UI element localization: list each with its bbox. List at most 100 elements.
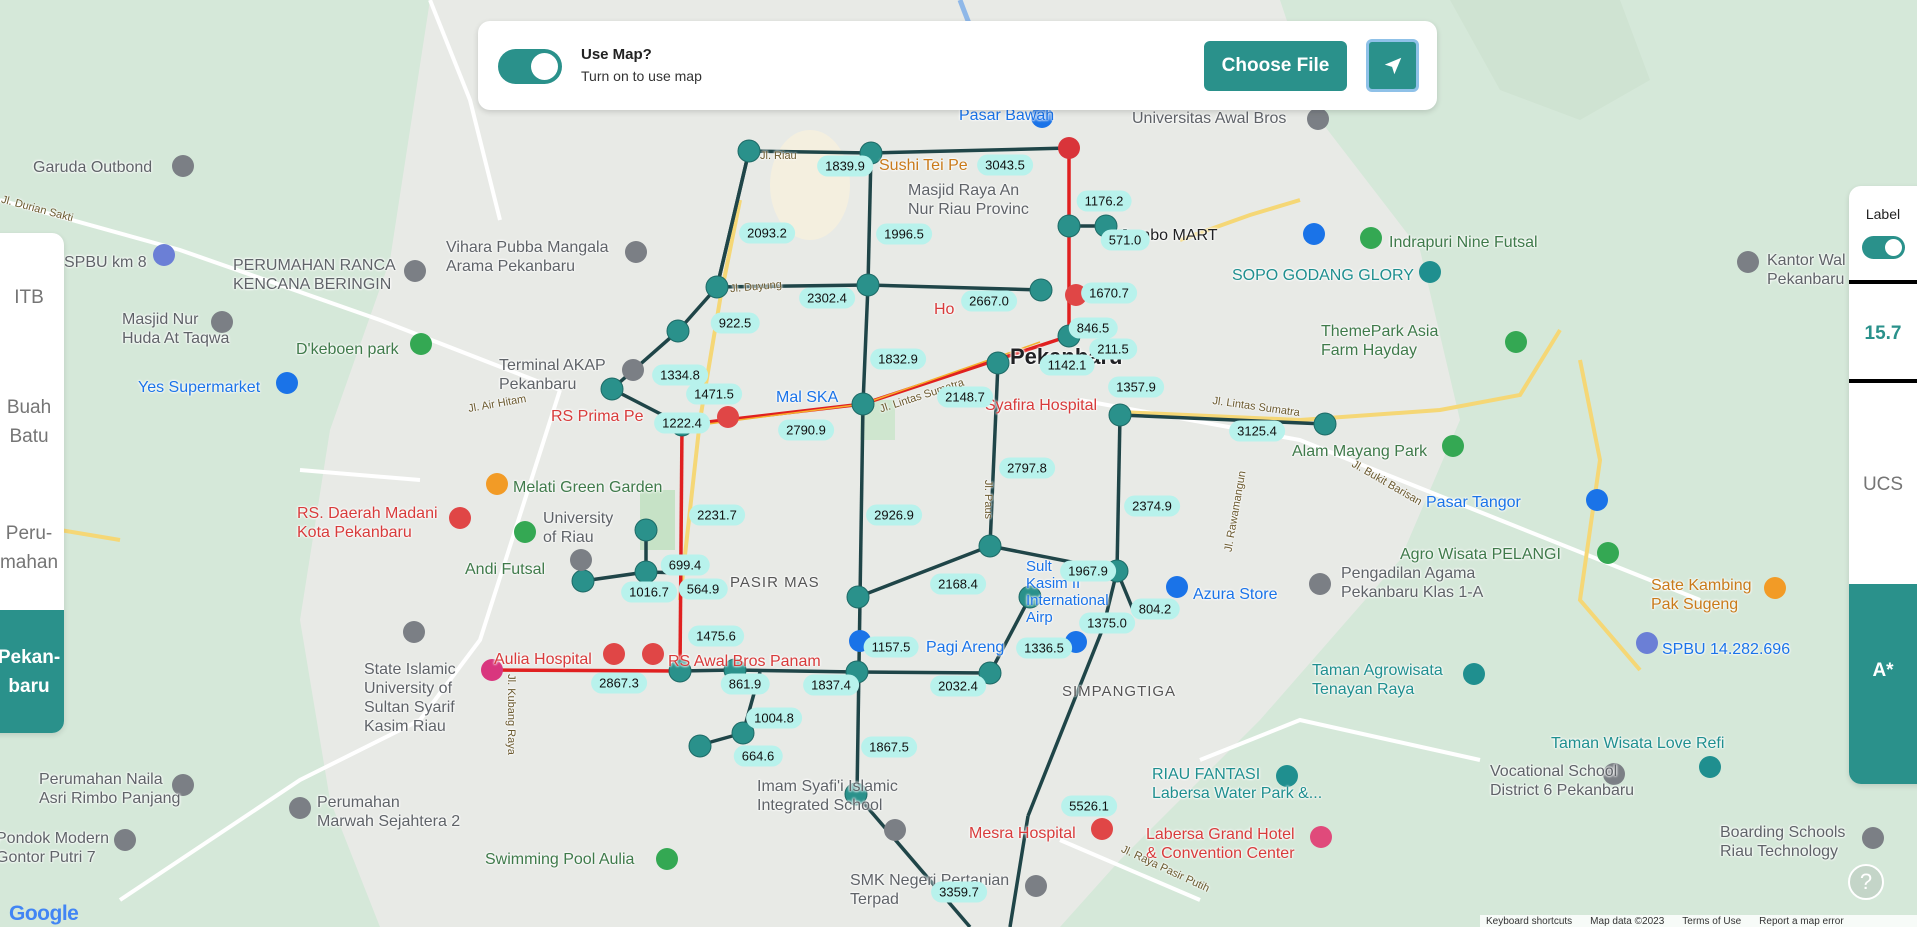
graph-node[interactable] bbox=[1029, 278, 1053, 302]
place-label: Yes Supermarket bbox=[138, 379, 261, 396]
help-button[interactable]: ? bbox=[1848, 864, 1884, 900]
camera-icon bbox=[1699, 756, 1721, 778]
school-icon bbox=[570, 549, 592, 571]
pin-icon bbox=[1025, 875, 1047, 897]
place-label: RS Awal Bros Panam bbox=[668, 653, 821, 670]
place-label: Pasar Tangor bbox=[1426, 494, 1521, 511]
graph-node[interactable] bbox=[666, 319, 690, 343]
terms-link[interactable]: Terms of Use bbox=[1682, 916, 1741, 927]
place-label: State Islamic University of Sultan Syari… bbox=[364, 661, 456, 735]
road-label: Jl. Kubang Raya bbox=[504, 674, 517, 755]
location-item-buah-batu[interactable]: Buah Batu bbox=[0, 393, 64, 451]
edge-weight-label: 2302.4 bbox=[799, 287, 855, 309]
edge-weight-label: 5526.1 bbox=[1061, 795, 1117, 817]
bus-icon bbox=[622, 359, 644, 381]
locate-button[interactable] bbox=[1366, 39, 1419, 92]
toggle-knob bbox=[531, 53, 558, 80]
place-label: Boarding Schools Riau Technology bbox=[1720, 824, 1846, 860]
location-item-pekanbaru[interactable]: Pekan- baru bbox=[0, 610, 64, 733]
edge-weight-label: 1475.6 bbox=[688, 625, 744, 647]
edge-weight-label: 1004.8 bbox=[746, 707, 802, 729]
place-label: Melati Green Garden bbox=[513, 479, 663, 496]
location-item-itb[interactable]: ITB bbox=[0, 283, 64, 312]
school-icon bbox=[884, 819, 906, 841]
place-label: Ho bbox=[934, 301, 955, 318]
place-label: D'keboen park bbox=[296, 341, 399, 358]
place-label: ThemePark Asia Farm Hayday bbox=[1321, 323, 1439, 359]
graph-node[interactable] bbox=[1057, 214, 1081, 238]
edge-weight-label: 2032.4 bbox=[930, 675, 986, 697]
graph-node[interactable] bbox=[846, 585, 870, 609]
school-icon bbox=[114, 829, 136, 851]
algorithm-astar-label: A* bbox=[1872, 660, 1894, 681]
graph-node[interactable] bbox=[634, 518, 658, 542]
graph-node[interactable] bbox=[1313, 412, 1337, 436]
place-label: Sate Kambing Pak Sugeng bbox=[1651, 577, 1752, 613]
school-icon bbox=[1862, 827, 1884, 849]
edge-weight-label: 1832.9 bbox=[870, 348, 926, 370]
edge-weight-label: 3359.7 bbox=[931, 881, 987, 903]
edge-weight-label: 211.5 bbox=[1089, 338, 1137, 360]
hospital-icon bbox=[449, 507, 471, 529]
label-toggle-title: Label bbox=[1865, 206, 1901, 222]
graph-node[interactable] bbox=[978, 534, 1002, 558]
graph-node[interactable] bbox=[737, 139, 761, 163]
edge-weight-label: 2374.9 bbox=[1124, 495, 1180, 517]
report-error-link[interactable]: Report a map error bbox=[1759, 916, 1843, 927]
restaurant-icon bbox=[486, 473, 508, 495]
place-label: University of Riau bbox=[543, 510, 614, 546]
google-logo: Google bbox=[9, 902, 79, 926]
label-toggle[interactable] bbox=[1862, 236, 1905, 259]
algorithm-astar[interactable]: A* bbox=[1849, 584, 1917, 784]
place-label: Swimming Pool Aulia bbox=[485, 851, 635, 868]
top-control-panel: Use Map? Turn on to use map Choose File bbox=[478, 21, 1437, 110]
algorithm-ucs[interactable]: UCS bbox=[1849, 474, 1917, 496]
landmark-icon bbox=[1419, 261, 1441, 283]
place-label: Mesra Hospital bbox=[969, 825, 1076, 842]
edge-weight-label: 1471.5 bbox=[686, 383, 742, 405]
place-label: SIMPANGTIGA bbox=[1062, 683, 1177, 700]
place-label: Indrapuri Nine Futsal bbox=[1389, 234, 1538, 251]
edge-weight-label: 1222.4 bbox=[654, 412, 710, 434]
location-item-perumahan[interactable]: Peru- mahan bbox=[0, 519, 64, 577]
place-label: Masjid Nur Huda At Taqwa bbox=[122, 311, 230, 347]
place-label: Perumahan Naila Asri Rimbo Panjang bbox=[39, 771, 181, 807]
edge-weight-label: 846.5 bbox=[1068, 317, 1118, 339]
use-map-toggle[interactable] bbox=[498, 49, 562, 84]
edge-weight-label: 3125.4 bbox=[1229, 420, 1285, 442]
graph-node[interactable] bbox=[571, 569, 595, 593]
restaurant-icon bbox=[1764, 577, 1786, 599]
graph-node[interactable] bbox=[634, 560, 658, 584]
place-label: Labersa Grand Hotel & Convention Center bbox=[1146, 826, 1295, 862]
place-label: RIAU FANTASI Labersa Water Park &... bbox=[1152, 766, 1323, 802]
edge-weight-label: 922.5 bbox=[710, 312, 760, 334]
edge-weight-label: 699.4 bbox=[660, 554, 710, 576]
goal-node[interactable] bbox=[1058, 137, 1080, 159]
graph-node[interactable] bbox=[688, 734, 712, 758]
pin-icon bbox=[1360, 227, 1382, 249]
pin-icon bbox=[656, 848, 678, 870]
place-label: Pengadilan Agama Pekanbaru Klas 1-A bbox=[1341, 565, 1484, 601]
pin-icon bbox=[1307, 108, 1329, 130]
place-label: Perumahan Marwah Sejahtera 2 bbox=[317, 794, 461, 830]
school-icon bbox=[403, 621, 425, 643]
place-label: Aulia Hospital bbox=[494, 651, 592, 668]
graph-node[interactable] bbox=[856, 273, 880, 297]
graph-node[interactable] bbox=[851, 392, 875, 416]
park-icon bbox=[1505, 331, 1527, 353]
place-label: Sushi Tei Pe bbox=[879, 157, 968, 174]
edge-weight-label: 571.0 bbox=[1100, 229, 1150, 251]
place-label: Andi Futsal bbox=[465, 561, 546, 578]
choose-file-button[interactable]: Choose File bbox=[1204, 41, 1347, 91]
edge-weight-label: 2797.8 bbox=[999, 457, 1055, 479]
settings-panel: Label 15.7 UCS A* bbox=[1849, 186, 1917, 784]
edge-weight-label: 1967.9 bbox=[1060, 560, 1116, 582]
graph-node[interactable] bbox=[986, 351, 1010, 375]
graph-node[interactable] bbox=[1108, 403, 1132, 427]
graph-node[interactable] bbox=[705, 275, 729, 299]
keyboard-shortcuts-link[interactable]: Keyboard shortcuts bbox=[1486, 916, 1572, 927]
edge-weight-label: 2867.3 bbox=[591, 672, 647, 694]
use-map-title: Use Map? bbox=[581, 46, 652, 63]
map-footer: Keyboard shortcuts Map data ©2023 Terms … bbox=[1480, 915, 1917, 927]
edge-weight-label: 664.6 bbox=[733, 745, 783, 767]
